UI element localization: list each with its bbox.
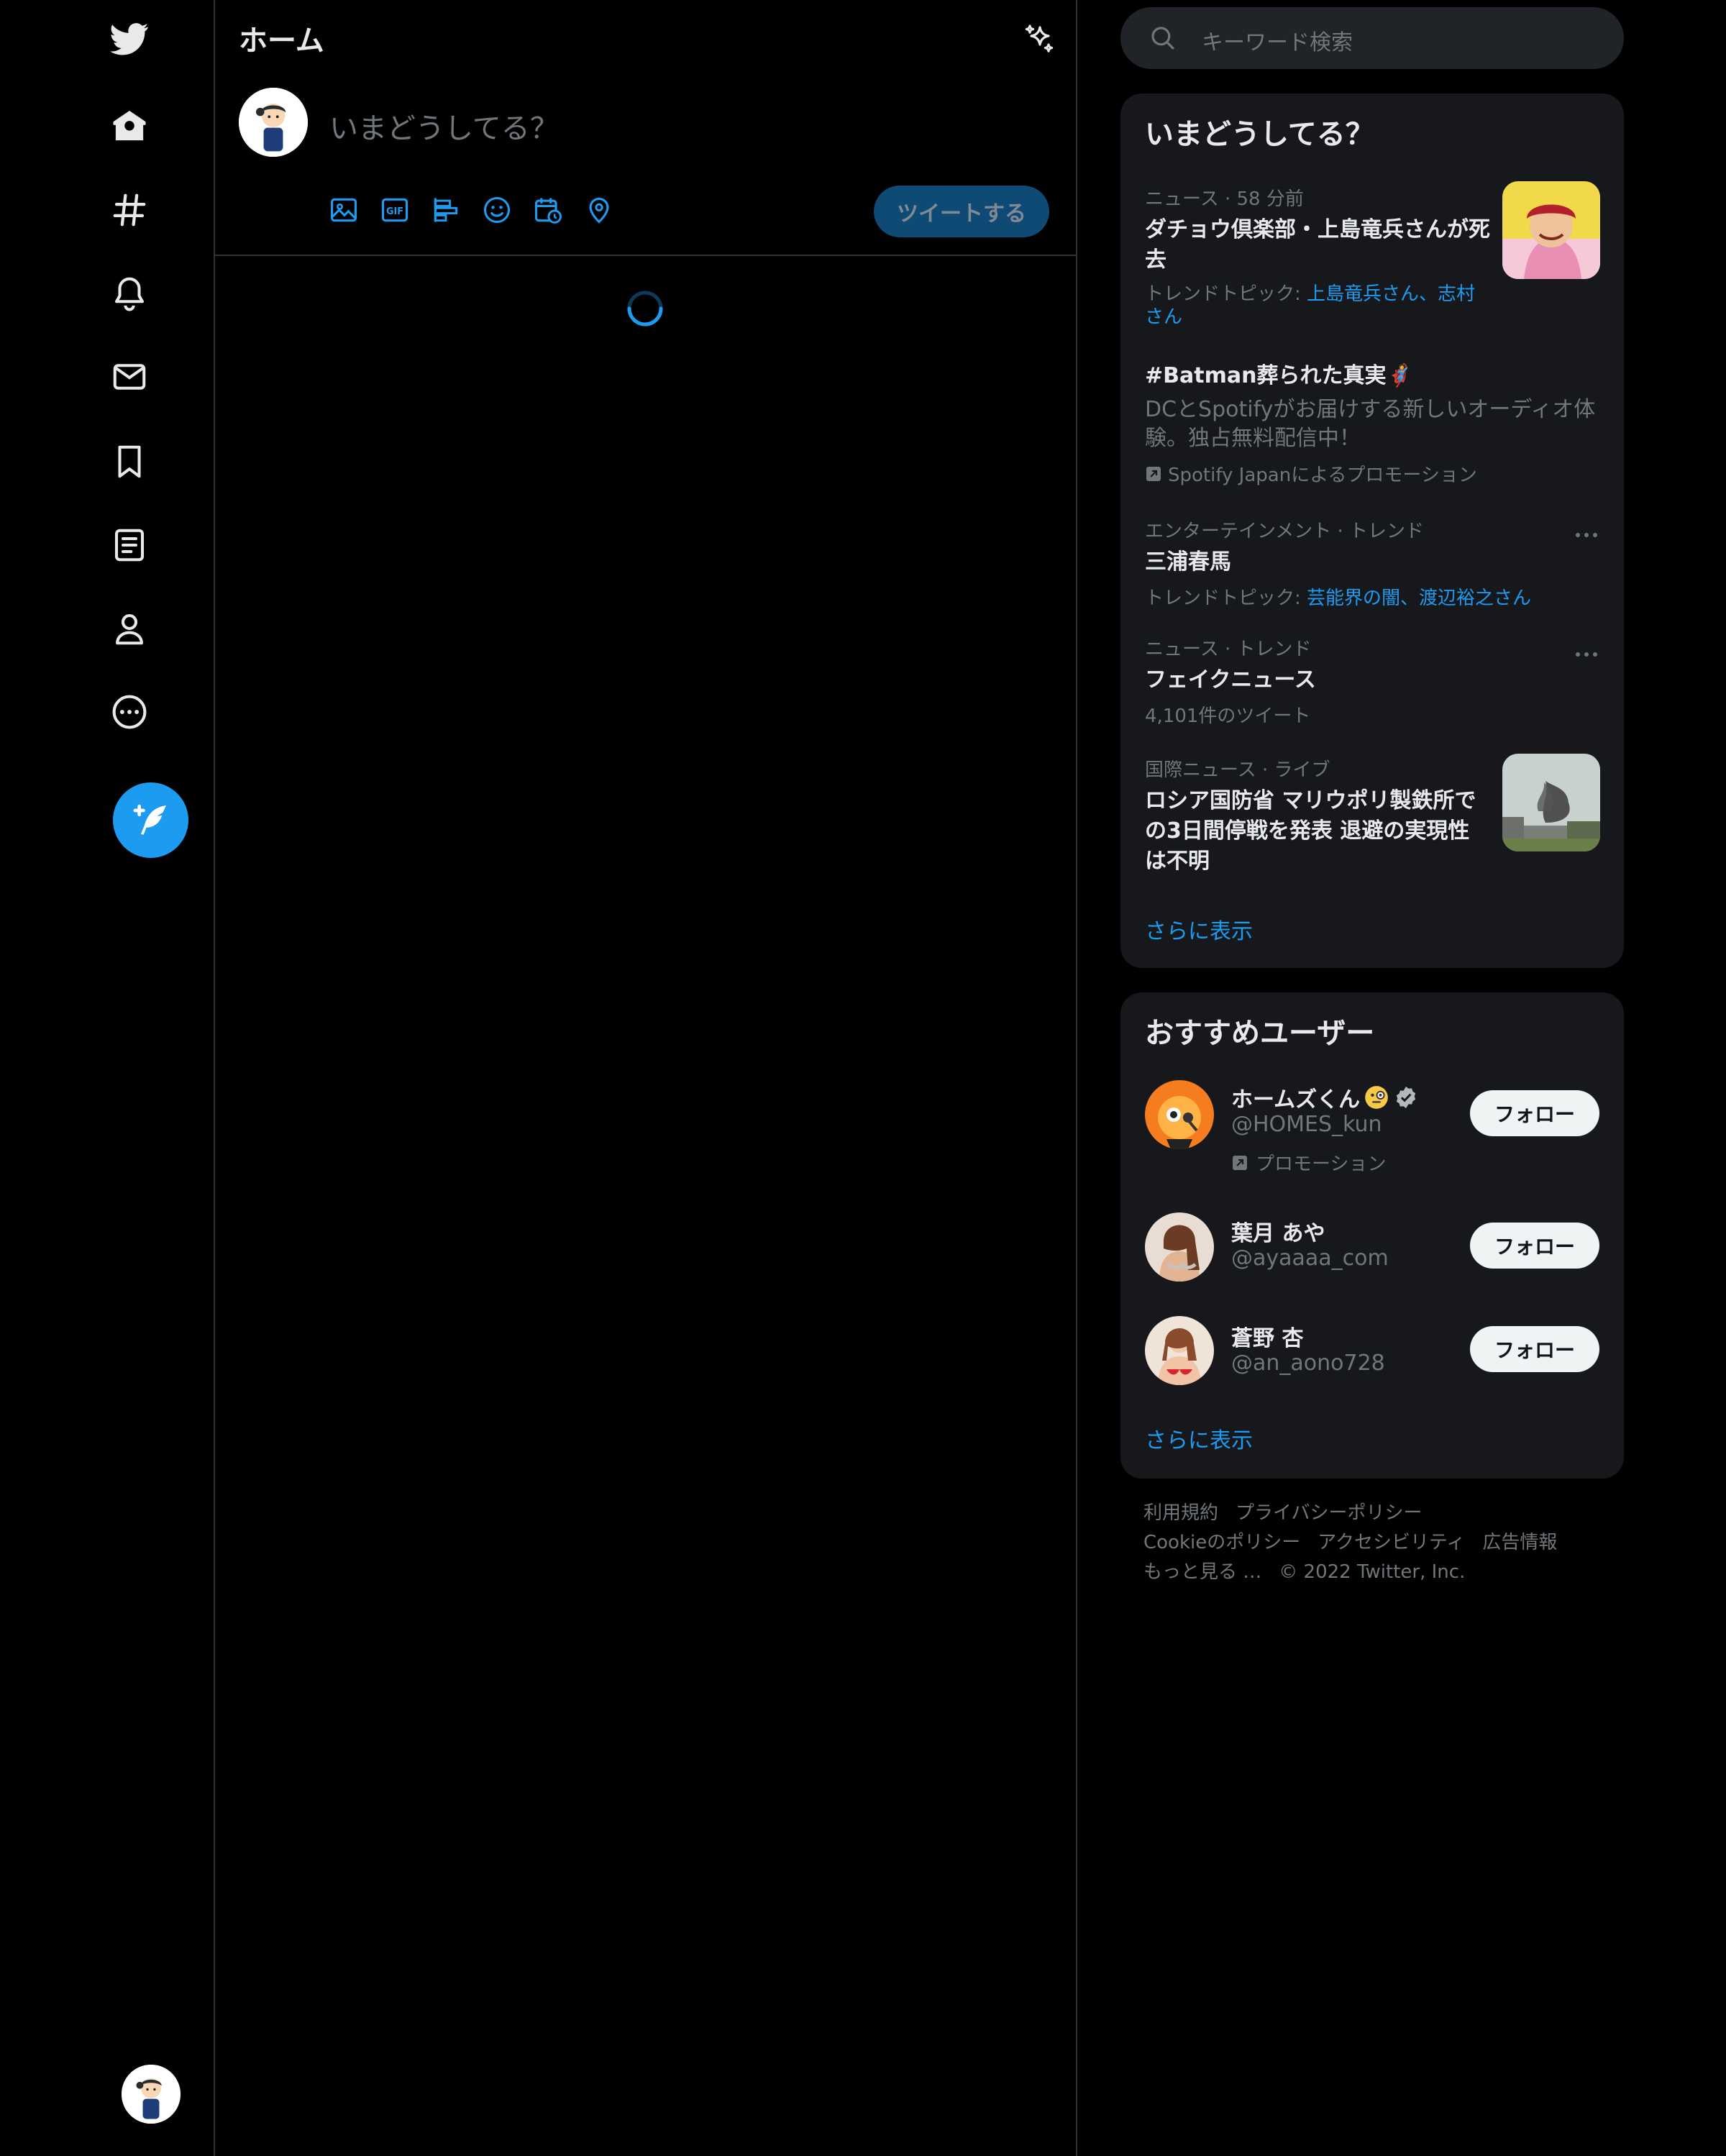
user-name[interactable]: 葉月 あや <box>1231 1215 1325 1247</box>
trends-panel: いまどうしてる？ ニュース · 58 分前 ダチョウ倶楽部・上島竜兵さんが死去 … <box>1120 93 1624 968</box>
gif-icon[interactable]: GIF <box>379 194 411 226</box>
poll-icon[interactable] <box>430 194 462 226</box>
schedule-icon[interactable] <box>532 194 564 226</box>
compose-tweet-button[interactable] <box>113 782 188 858</box>
trend-topics: トレンドトピック: 芸能界の闇、渡辺裕之さん <box>1145 583 1562 610</box>
twitter-bird-icon[interactable] <box>109 19 150 59</box>
search-input[interactable]: キーワード検索 <box>1202 24 1353 56</box>
search-icon <box>1148 23 1178 53</box>
footer-row: もっと見る … © 2022 Twitter, Inc. <box>1143 1558 1618 1587</box>
promo-label: Spotify Japanによるプロモーション <box>1168 465 1477 486</box>
more-options-icon[interactable] <box>1572 528 1601 542</box>
trend-headline: ロシア国防省 マリウポリ製鉄所での3日間停戦を発表 退避の実現性は不明 <box>1145 788 1476 874</box>
trend-headline: フェイクニュース <box>1145 667 1316 693</box>
bookmark-icon[interactable] <box>109 442 150 482</box>
user-handle[interactable]: @ayaaaa_com <box>1231 1246 1389 1271</box>
compose-feather-icon <box>133 804 166 835</box>
follow-button[interactable]: フォロー <box>1470 1223 1599 1269</box>
left-navigation <box>0 0 215 2156</box>
user-name[interactable]: 蒼野 杏 <box>1231 1320 1303 1352</box>
user-avatar[interactable] <box>1145 1080 1214 1149</box>
promo-label: プロモーション <box>1256 1154 1387 1175</box>
hashtag-icon[interactable] <box>109 190 150 230</box>
user-promo-line: プロモーション <box>1231 1149 1386 1176</box>
home-timeline: ホーム いまどうしてる？ GIF ツイートする <box>214 0 1077 2156</box>
more-options-icon[interactable] <box>1572 647 1601 662</box>
trend-tweet-count: 4,101件のツイート <box>1145 705 1311 727</box>
footer-row: Cookieのポリシー アクセシビリティ 広告情報 <box>1143 1528 1618 1558</box>
verified-badge-icon <box>1396 1087 1416 1108</box>
follow-button[interactable]: フォロー <box>1470 1326 1599 1372</box>
trend-item[interactable]: エンターテインメント · トレンド 三浦春馬 トレンドトピック: 芸能界の闇、渡… <box>1145 516 1562 610</box>
follow-button[interactable]: フォロー <box>1470 1090 1599 1136</box>
trend-headline: #Batman葬られた真実🦸 <box>1145 363 1413 388</box>
trend-item[interactable]: ニュース · 58 分前 ダチョウ倶楽部・上島竜兵さんが死去 トレンドトピック:… <box>1145 184 1490 329</box>
footer-copyright: © 2022 Twitter, Inc. <box>1279 1561 1466 1583</box>
image-icon[interactable] <box>328 194 360 226</box>
monocle-emoji-icon <box>1365 1086 1388 1109</box>
footer-row: 利用規約 プライバシーポリシー <box>1143 1499 1618 1528</box>
more-circle-icon[interactable] <box>109 692 150 732</box>
list-icon[interactable] <box>109 525 150 565</box>
trends-title: いまどうしてる？ <box>1145 118 1374 151</box>
user-name[interactable]: ホームズくん <box>1231 1082 1419 1113</box>
trend-topic-links[interactable]: 芸能界の闇、渡辺裕之さん <box>1307 588 1531 609</box>
footer-link-terms[interactable]: 利用規約 <box>1143 1502 1218 1524</box>
mail-icon[interactable] <box>109 357 150 397</box>
page-title: ホーム <box>239 24 324 58</box>
sparkle-icon[interactable] <box>1023 22 1057 56</box>
trend-item[interactable]: ニュース · トレンド フェイクニュース 4,101件のツイート <box>1145 634 1562 728</box>
trend-item[interactable]: 国際ニュース · ライブ ロシア国防省 マリウポリ製鉄所での3日間停戦を発表 退… <box>1145 755 1490 877</box>
compose-input[interactable]: いまどうしてる？ <box>329 105 559 147</box>
trend-meta: ニュース · 58 分前 <box>1145 188 1304 210</box>
footer-link-privacy[interactable]: プライバシーポリシー <box>1236 1502 1422 1524</box>
footer-link-cookies[interactable]: Cookieのポリシー <box>1143 1532 1300 1553</box>
trend-item-promoted[interactable]: #Batman葬られた真実🦸 DCとSpotifyがお届けする新しいオーディオ体… <box>1145 361 1602 487</box>
divider <box>214 255 1076 256</box>
footer-link-ads[interactable]: 広告情報 <box>1482 1532 1557 1553</box>
home-icon[interactable] <box>109 106 150 147</box>
superhero-emoji-icon: 🦸 <box>1386 363 1413 388</box>
trend-promo-line: Spotify Japanによるプロモーション <box>1145 460 1602 487</box>
svg-text:GIF: GIF <box>386 206 403 217</box>
tweet-button[interactable]: ツイートする <box>874 186 1049 237</box>
compose-avatar[interactable] <box>239 88 308 157</box>
search-bar[interactable]: キーワード検索 <box>1120 7 1624 69</box>
who-to-follow-panel: おすすめユーザー ホームズくん @HOMES_kun プロモーション フォロー … <box>1120 992 1624 1479</box>
promoted-icon <box>1233 1155 1247 1170</box>
loading-spinner-icon <box>626 289 665 328</box>
profile-icon[interactable] <box>109 608 150 649</box>
emoji-icon[interactable] <box>481 194 513 226</box>
trend-topics: トレンドトピック: 上島竜兵さん、志村さん <box>1145 283 1490 329</box>
footer-link-more[interactable]: もっと見る … <box>1143 1561 1261 1583</box>
location-icon[interactable] <box>583 194 615 226</box>
promoted-icon <box>1146 466 1161 481</box>
user-avatar[interactable] <box>1145 1316 1214 1385</box>
trend-headline: 三浦春馬 <box>1145 549 1231 575</box>
trend-headline: ダチョウ倶楽部・上島竜兵さんが死去 <box>1145 217 1490 273</box>
trend-meta: ニュース · トレンド <box>1145 639 1312 660</box>
suggestions-title: おすすめユーザー <box>1145 1017 1375 1050</box>
footer-links: 利用規約 プライバシーポリシー Cookieのポリシー アクセシビリティ 広告情報 も… <box>1143 1499 1618 1587</box>
trend-meta: 国際ニュース · ライブ <box>1145 759 1330 781</box>
user-handle[interactable]: @HOMES_kun <box>1231 1112 1382 1137</box>
suggestions-show-more-link[interactable]: さらに表示 <box>1145 1422 1253 1454</box>
trend-promo-body: DCとSpotifyがお届けする新しいオーディオ体験。独占無料配信中！ <box>1145 397 1596 451</box>
trend-thumbnail <box>1502 181 1600 279</box>
trend-topic-label: トレンドトピック: <box>1145 283 1307 305</box>
trend-topic-label: トレンドトピック: <box>1145 588 1307 609</box>
footer-link-accessibility[interactable]: アクセシビリティ <box>1318 1532 1465 1553</box>
trend-meta: エンターテインメント · トレンド <box>1145 521 1425 542</box>
trends-show-more-link[interactable]: さらに表示 <box>1145 913 1253 945</box>
account-avatar[interactable] <box>122 2065 181 2124</box>
user-avatar[interactable] <box>1145 1212 1214 1282</box>
trend-thumbnail <box>1502 754 1600 851</box>
bell-icon[interactable] <box>109 273 150 314</box>
user-handle[interactable]: @an_aono728 <box>1231 1351 1385 1376</box>
